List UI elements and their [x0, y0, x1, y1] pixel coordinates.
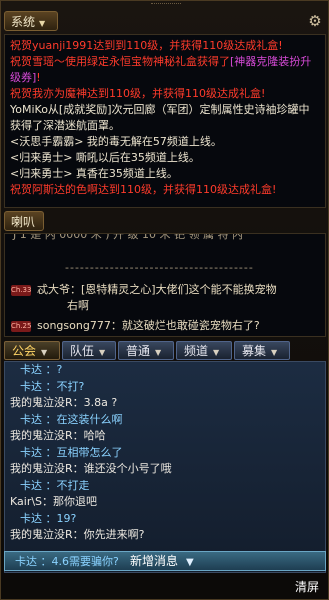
channel-badge: Ch.25	[11, 320, 32, 332]
chevron-down-icon: ▼	[271, 348, 278, 357]
system-header: 系统 ▼ ⚙	[4, 11, 326, 33]
channel-badge: Ch.33	[11, 284, 32, 296]
system-message: YoMiKo从[成就奖励]次元回廊（军团）定制属性史诗袖珍罐中获得了深潜迷航面罩…	[10, 103, 310, 132]
chat-message: 我的鬼泣没R：谁还没个小号了哦	[10, 462, 172, 475]
gear-icon[interactable]: ⚙	[306, 12, 324, 30]
chat-message-text: 卡达 ：?	[20, 363, 63, 376]
chat-message-text: 卡达 ：不打?	[20, 379, 85, 393]
tab-channel[interactable]: 频道 ▼	[176, 341, 232, 360]
system-message: 祝贺阿斯达的色啊达到110级，并获得110级达成礼盒!	[10, 183, 277, 196]
tab-recruit[interactable]: 募集 ▼	[234, 341, 290, 360]
horn-message-text: 忒大爷：[恩特精灵之心]大佬们这个能不能换宠物	[37, 283, 277, 296]
horn-message-panel[interactable]: J 1 是 内 0000 禾 ) 开 级 10 禾 钯 领 属 特 内 ----…	[4, 233, 326, 337]
divider: --------------------------------------	[65, 261, 254, 274]
chat-message: 卡达 ：?	[5, 362, 325, 379]
chat-message: 我的鬼泣没R：3.8a ?	[10, 396, 118, 409]
system-message: 祝贺yuanji1991达到到110级，并获得110级达成礼盒!	[10, 39, 283, 52]
system-tab-label: 系统	[11, 15, 36, 29]
system-message: <归来勇士> 嘶吼以后在35频道上线。	[10, 151, 200, 164]
chat-window: 系统 ▼ ⚙ 祝贺yuanji1991达到到110级，并获得110级达成礼盒! 祝…	[0, 0, 329, 600]
tab-guild-label: 公会	[12, 344, 37, 358]
system-message: 祝贺雪瑶～使用绿定永恒宝物神秘礼盒获得了[神器克隆装扮升级券]!	[10, 54, 320, 86]
window-drag-handle[interactable]	[151, 3, 181, 6]
chat-message: 卡达 ：19?	[5, 511, 325, 528]
system-message: <归来勇士> 真香在35频道上线。	[10, 167, 178, 180]
system-message-tail: !	[36, 71, 41, 84]
horn-tab[interactable]: 喇叭	[4, 211, 44, 231]
partial-message: J 1 是 内 0000 禾 ) 开 级 10 禾 钯 领 属 特 内	[13, 233, 243, 241]
horn-message: Ch.25 songsong777：就这破烂也敢碰瓷宠物右了?	[11, 318, 260, 334]
new-message-button[interactable]: 新增消息 ▼	[130, 553, 230, 569]
system-message: <沃思手霸霸> 我的毒无解在57频道上线。	[10, 135, 222, 148]
chevron-down-icon: ▼	[99, 348, 106, 357]
system-message-panel[interactable]: 祝贺yuanji1991达到到110级，并获得110级达成礼盒! 祝贺雪瑶～使用…	[4, 34, 326, 208]
system-message: 祝贺我亦为魔神达到110级，并获得110级达成礼盒!	[10, 87, 266, 100]
tab-recruit-label: 募集	[242, 344, 267, 358]
system-message-text: 祝贺雪瑶～使用绿定永恒宝物神秘礼盒获得了	[10, 55, 230, 68]
chevron-down-icon: ▼	[39, 19, 46, 28]
chat-message: 我的鬼泣没R：哈哈	[10, 429, 106, 442]
chat-message: Kair\S：那你退吧	[10, 495, 98, 508]
chat-message-text: 卡达 ：在这装什么啊	[20, 412, 123, 426]
chat-message: 卡达 ：不打走	[5, 478, 325, 495]
chat-message-text: 卡达 ：不打走	[20, 478, 90, 492]
clear-screen-button[interactable]: 清屏	[295, 579, 319, 595]
tab-normal-label: 普通	[126, 344, 151, 358]
tab-guild[interactable]: 公会 ▼	[4, 341, 60, 360]
horn-header: 喇叭	[4, 211, 326, 233]
horn-tab-label: 喇叭	[11, 215, 36, 229]
chat-message: 卡达 ：在这装什么啊	[5, 412, 325, 429]
tab-team-label: 队伍	[70, 344, 95, 358]
chat-message: 卡达 ：不打?	[5, 379, 325, 396]
chat-message: 我的鬼泣没R：你先进来啊?	[10, 528, 145, 541]
system-tab[interactable]: 系统 ▼	[4, 11, 58, 31]
chevron-down-icon: ▼	[155, 348, 162, 357]
chat-tab-bar: 公会 ▼ 队伍 ▼ 普通 ▼ 频道 ▼ 募集 ▼	[4, 341, 326, 361]
new-message-label: 新增消息	[130, 554, 179, 568]
chat-message-text: 卡达 ：19?	[20, 511, 77, 525]
new-message-bar[interactable]: 卡达 ：4.6需要骗你? 新增消息 ▼	[4, 551, 326, 571]
tab-channel-label: 频道	[184, 344, 209, 358]
horn-message-cont: 右啊	[67, 299, 89, 312]
chat-message-text: 卡达 ：4.6需要骗你?	[15, 555, 119, 568]
chevron-down-icon: ▼	[41, 348, 48, 357]
horn-message-text: songsong777：就这破烂也敢碰瓷宠物右了?	[37, 319, 260, 332]
tab-team[interactable]: 队伍 ▼	[62, 341, 116, 360]
chevron-down-icon: ▼	[213, 348, 220, 357]
chat-message-text: 卡达 ：互相带怎么了	[20, 445, 123, 459]
horn-message: Ch.33 忒大爷：[恩特精灵之心]大佬们这个能不能换宠物	[11, 282, 277, 298]
chat-message: 卡达 ：互相带怎么了	[5, 445, 325, 462]
triangle-down-icon: ▼	[186, 557, 194, 568]
guild-chat-panel[interactable]: 卡达 ：? 卡达 ：不打? 我的鬼泣没R：3.8a ? 卡达 ：在这装什么啊 我…	[4, 361, 326, 573]
tab-normal[interactable]: 普通 ▼	[118, 341, 174, 360]
